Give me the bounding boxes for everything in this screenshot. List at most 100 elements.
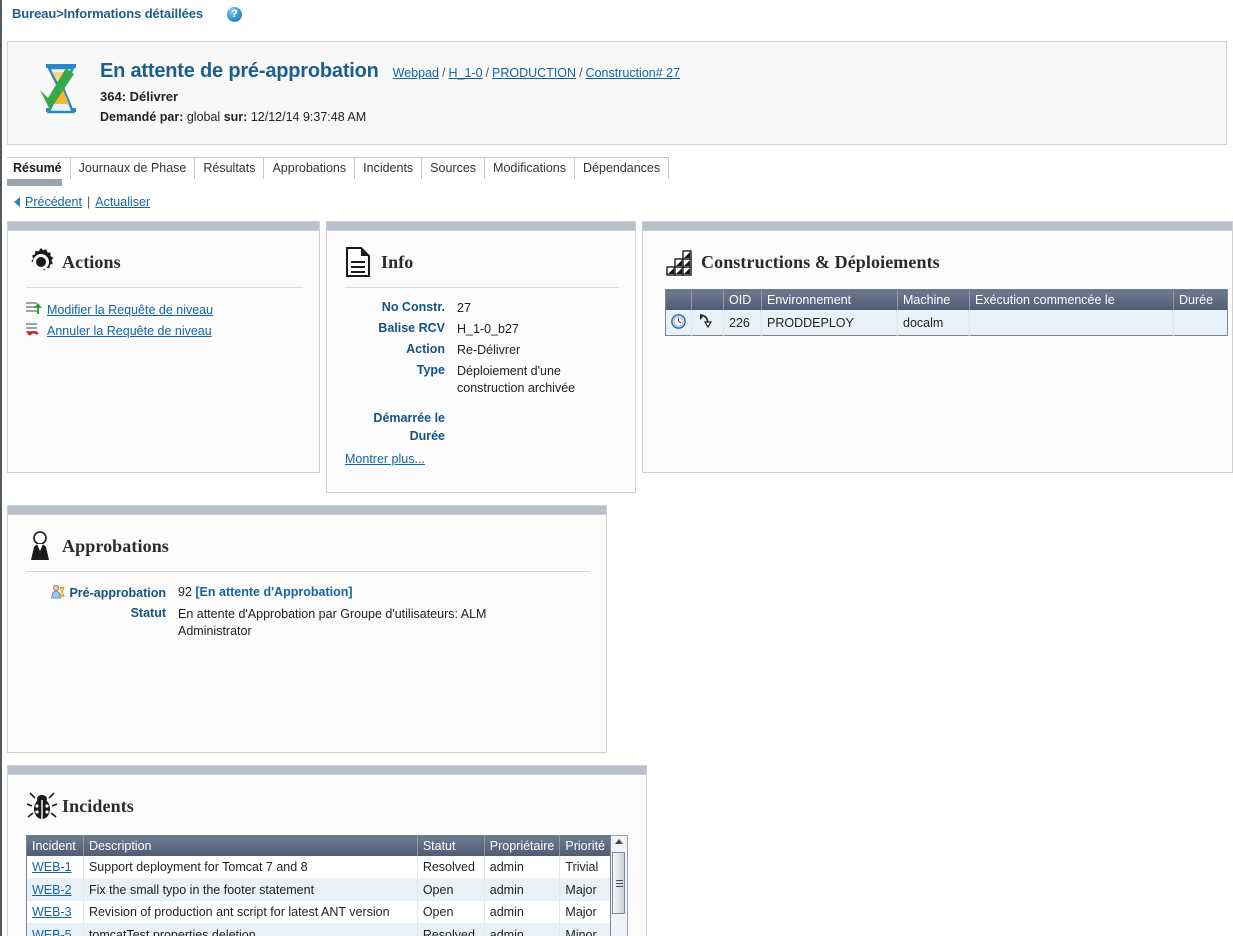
incident-link[interactable]: WEB-2: [32, 883, 72, 897]
info-value: 27: [457, 301, 471, 315]
action-label[interactable]: Annuler la Requête de niveau: [47, 324, 212, 338]
col-machine[interactable]: Machine: [897, 289, 970, 310]
crumb-sep: /: [485, 66, 490, 80]
crumb-link-build[interactable]: Construction# 27: [586, 66, 681, 80]
panel-titlebar: [327, 222, 635, 231]
show-more-link[interactable]: Montrer plus...: [345, 452, 425, 466]
col-icon2[interactable]: [691, 289, 724, 310]
cell-statut: Resolved: [417, 856, 485, 879]
refresh-link[interactable]: Actualiser: [95, 195, 150, 209]
cell-description: Fix the small typo in the footer stateme…: [83, 878, 418, 901]
tab-approbations[interactable]: Approbations: [263, 157, 356, 179]
col-execution-started[interactable]: Exécution commencée le: [969, 289, 1174, 310]
cell-jump-icon[interactable]: [691, 310, 724, 336]
panel-title: Constructions & Déploiements: [701, 251, 940, 272]
info-key: Balise RCV: [378, 321, 445, 335]
page-root: Bureau>Informations détaillées ? En atte…: [0, 0, 1233, 936]
tab-resume[interactable]: Résumé: [7, 157, 71, 179]
tab-incidents[interactable]: Incidents: [354, 157, 423, 179]
cell-priorite: Major: [559, 900, 611, 924]
cell-proprietaire: admin: [484, 856, 561, 879]
cell-environnement: PRODDEPLOY: [761, 310, 898, 336]
pre-approval-label: Pré-approbation: [69, 586, 166, 600]
incidents-table: Incident Description Statut Propriétaire…: [26, 835, 611, 936]
bar-chart-icon: [665, 247, 701, 277]
panel-title: Incidents: [62, 795, 134, 816]
list-up-arrow-icon: [26, 301, 42, 318]
request-header: En attente de pré-approbation Webpad / H_1…: [7, 41, 1227, 145]
tab-modifications[interactable]: Modifications: [484, 157, 575, 179]
info-value: Déploiement d'une construction archivée: [457, 364, 576, 395]
col-oid[interactable]: OID: [723, 289, 762, 310]
table-header-row: Incident Description Statut Propriétaire…: [26, 835, 611, 856]
cell-clock-icon[interactable]: [665, 310, 692, 336]
cell-proprietaire: admin: [484, 900, 561, 924]
panel-titlebar: [8, 506, 606, 515]
crumb-link-environment[interactable]: PRODUCTION: [492, 66, 576, 80]
tab-journaux-de-phase[interactable]: Journaux de Phase: [69, 157, 196, 179]
jump-arrow-icon[interactable]: [697, 313, 713, 332]
panel-divider: [26, 287, 303, 288]
pre-approval-value: 92 [En attente d'Approbation]: [178, 584, 353, 601]
cell-incident[interactable]: WEB-2: [26, 878, 84, 901]
cell-execution-started: [969, 310, 1174, 336]
col-description[interactable]: Description: [83, 835, 418, 856]
action-label[interactable]: Modifier la Requête de niveau: [47, 303, 213, 317]
request-meta: Demandé par: global sur: 12/12/14 9:37:4…: [100, 110, 680, 124]
info-panel: Info No Constr. 27 Balise RCV H_1-0_b27 …: [326, 221, 636, 493]
table-row[interactable]: WEB-3 Revision of production ant script …: [26, 900, 611, 924]
cell-statut: Open: [417, 878, 485, 901]
cell-description: Revision of production ant script for la…: [83, 900, 418, 924]
document-icon: [345, 247, 381, 277]
panel-divider: [345, 287, 619, 288]
previous-link[interactable]: Précédent: [25, 195, 82, 209]
info-key: Action: [406, 342, 445, 356]
table-row[interactable]: WEB-1 Support deployment for Tomcat 7 an…: [26, 856, 611, 879]
tabstrip: Résumé Journaux de Phase Résultats Appro…: [7, 157, 1233, 179]
cell-incident[interactable]: WEB-5: [26, 923, 84, 936]
actions-panel: Actions Modifier la Requête de niveau An…: [7, 221, 320, 473]
col-incident[interactable]: Incident: [26, 835, 84, 856]
action-modify-level-request[interactable]: Modifier la Requête de niveau: [26, 301, 303, 318]
tab-sources[interactable]: Sources: [421, 157, 486, 179]
col-environnement[interactable]: Environnement: [761, 289, 898, 310]
actions-list: Modifier la Requête de niveau Annuler la…: [26, 301, 303, 339]
crumb-link-webpad[interactable]: Webpad: [393, 66, 439, 80]
table-row[interactable]: WEB-2 Fix the small typo in the footer s…: [26, 878, 611, 901]
panel-title: Info: [381, 251, 414, 272]
col-duree[interactable]: Durée: [1173, 289, 1228, 310]
tab-active-indicator: [7, 179, 62, 186]
crumb-sep: /: [442, 66, 446, 80]
cell-incident[interactable]: WEB-3: [26, 900, 84, 924]
scroll-up-icon[interactable]: [615, 839, 623, 844]
col-statut[interactable]: Statut: [417, 835, 485, 856]
incidents-panel: Incidents Incident Description Statut Pr…: [7, 765, 647, 936]
approvals-rows: Pré-approbation 92 [En attente d'Approba…: [26, 584, 590, 640]
info-row: Action Re-Délivrer: [345, 342, 619, 359]
tab-dependances[interactable]: Dépendances: [573, 157, 670, 179]
incident-link[interactable]: WEB-1: [32, 860, 72, 874]
nav-divider: |: [86, 195, 91, 209]
bug-icon: [26, 790, 62, 822]
show-more[interactable]: Montrer plus...: [345, 452, 619, 466]
table-row[interactable]: 226 PRODDEPLOY docalm: [665, 310, 1228, 336]
col-priorite[interactable]: Priorité: [559, 835, 611, 856]
gear-icon: [26, 247, 62, 277]
tab-resultats[interactable]: Résultats: [194, 157, 265, 179]
crumb-link-stream[interactable]: H_1-0: [449, 66, 483, 80]
request-subtitle: 364: Délivrer: [100, 89, 179, 104]
person-icon: [26, 530, 62, 562]
table-row[interactable]: WEB-5 tomcatTest.properties deletion Res…: [26, 923, 611, 936]
incidents-scrollbar[interactable]: [611, 835, 628, 936]
help-icon[interactable]: ?: [226, 7, 242, 22]
cell-incident[interactable]: WEB-1: [26, 856, 84, 879]
incident-link[interactable]: WEB-3: [32, 905, 72, 919]
scrollbar-thumb[interactable]: [612, 852, 625, 914]
approval-row: Statut En attente d'Approbation par Grou…: [26, 606, 590, 640]
col-icon1[interactable]: [665, 289, 692, 310]
list-undo-arrow-icon: [26, 322, 42, 339]
action-cancel-level-request[interactable]: Annuler la Requête de niveau: [26, 322, 303, 339]
clock-icon[interactable]: [671, 313, 686, 332]
incident-link[interactable]: WEB-5: [32, 928, 72, 936]
col-proprietaire[interactable]: Propriétaire: [484, 835, 561, 856]
